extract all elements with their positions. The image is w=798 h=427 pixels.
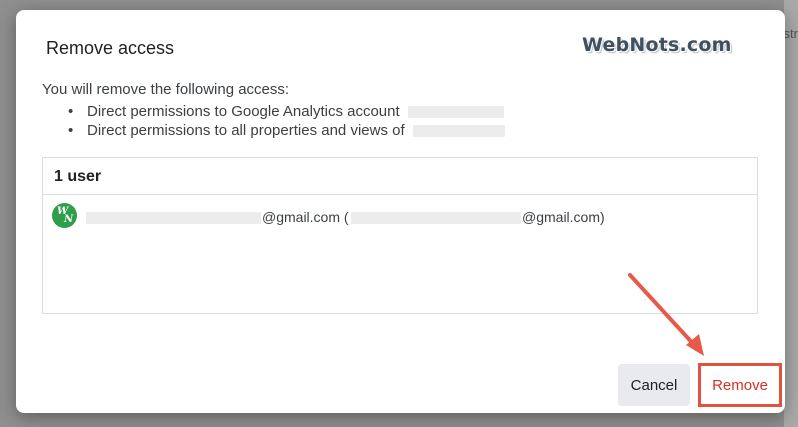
redacted-account-name [412,125,505,138]
access-list-item: • Direct permissions to Google Analytics… [42,102,505,121]
backdrop-page [784,0,798,427]
redacted-account-name [407,106,504,119]
users-panel: 1 user W N @gmail.com ( @gmail.com) [42,157,758,314]
backdrop-text-fragment: str [783,26,798,41]
user-secondary-email-suffix: @gmail.com) [522,209,605,225]
bullet-icon: • [68,103,74,120]
access-item-text: Direct permissions to Google Analytics a… [87,103,400,120]
remove-access-dialog: Remove access WebNots.com You will remov… [16,10,785,413]
avatar-letter: N [64,214,74,225]
dialog-title: Remove access [46,38,175,58]
intro-text: You will remove the following access: [42,81,290,98]
access-list: • Direct permissions to Google Analytics… [42,102,505,140]
access-item-text: Direct permissions to all properties and… [87,122,405,139]
webnots-avatar-icon: W N [52,203,77,228]
remove-button[interactable]: Remove [698,363,782,407]
user-row: W N @gmail.com ( @gmail.com) [43,195,757,231]
users-count-header: 1 user [43,158,757,195]
redacted-email [86,212,261,224]
webnots-watermark: WebNots.com [582,34,732,56]
access-list-item: • Direct permissions to all properties a… [42,121,505,140]
bullet-icon: • [68,122,74,139]
user-email-suffix: @gmail.com ( [262,209,349,225]
cancel-button[interactable]: Cancel [618,364,690,406]
redacted-secondary-email [351,212,521,224]
